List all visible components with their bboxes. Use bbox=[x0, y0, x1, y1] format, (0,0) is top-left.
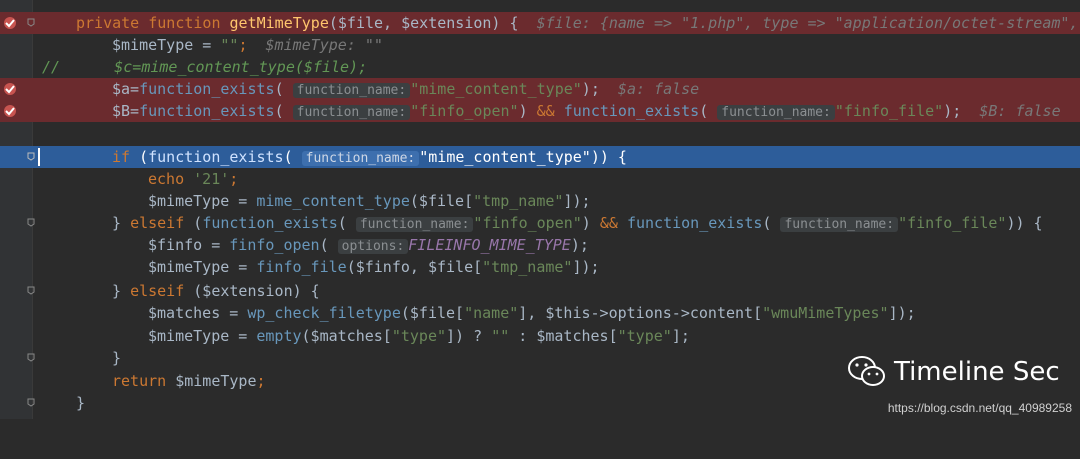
breakpoint-check-icon[interactable] bbox=[3, 82, 17, 96]
param-hint: options: bbox=[337, 239, 409, 254]
code-line-function-signature[interactable]: private function getMimeType($file, $ext… bbox=[0, 12, 1080, 35]
param-hint: function_name: bbox=[301, 151, 420, 166]
code-line-elseif-finfo[interactable]: } elseif (function_exists( function_name… bbox=[0, 212, 1080, 234]
code-line-commented[interactable]: // $c=mime_content_type($file); bbox=[0, 56, 1080, 78]
fold-icon[interactable] bbox=[27, 18, 35, 27]
fold-icon[interactable] bbox=[27, 353, 35, 362]
fold-icon[interactable] bbox=[27, 218, 35, 227]
text-caret bbox=[38, 148, 40, 166]
watermark-url: https://blog.csdn.net/qq_40989258 bbox=[887, 401, 1072, 415]
code-line-mime-content-type[interactable]: $mimeType = mime_content_type($file["tmp… bbox=[0, 190, 1080, 212]
fold-icon[interactable] bbox=[27, 398, 35, 407]
code-line-matches[interactable]: $matches = wp_check_filetype($file["name… bbox=[0, 302, 1080, 324]
code-line-finfo-open[interactable]: $finfo = finfo_open( options: FILEINFO_MI… bbox=[0, 234, 1080, 256]
inline-value-file: $file: {name => "1.php", type => "applic… bbox=[536, 14, 1079, 32]
code-line-empty-check[interactable]: $mimeType = empty($matches["type"]) ? ""… bbox=[0, 325, 1080, 347]
inline-value-a: $a: false bbox=[617, 80, 700, 98]
fold-icon[interactable] bbox=[27, 286, 35, 295]
param-hint: function_name: bbox=[292, 105, 411, 120]
param-hint: function_name: bbox=[355, 217, 474, 232]
code-line-echo[interactable]: echo '21'; bbox=[0, 168, 1080, 190]
inline-value-b: $B: false bbox=[979, 102, 1061, 120]
fold-icon[interactable] bbox=[27, 152, 35, 161]
code-line-finfo-file[interactable]: $mimeType = finfo_file($finfo, $file["tm… bbox=[0, 256, 1080, 278]
watermark-brand: Timeline Sec bbox=[894, 357, 1060, 387]
code-line-mimetype-init[interactable]: $mimeType = ""; $mimeType: "" bbox=[0, 34, 1080, 56]
inline-value-mimetype: $mimeType: "" bbox=[265, 36, 383, 54]
watermark: Timeline Sec bbox=[848, 352, 1060, 392]
param-hint: function_name: bbox=[717, 105, 835, 120]
code-line-a-assign[interactable]: $a=function_exists( function_name: "mime_… bbox=[0, 78, 1080, 101]
code-line-current-if[interactable]: if (function_exists( function_name: "mime… bbox=[0, 146, 1080, 169]
breakpoint-check-icon[interactable] bbox=[3, 16, 17, 30]
breakpoint-check-icon[interactable] bbox=[3, 104, 17, 118]
param-hint: function_name: bbox=[292, 83, 411, 98]
param-hint: function_name: bbox=[780, 217, 899, 232]
code-line-b-assign[interactable]: $B=function_exists( function_name: "finfo… bbox=[0, 100, 1080, 123]
wechat-icon bbox=[848, 356, 885, 386]
code-line-elseif-extension[interactable]: } elseif ($extension) { bbox=[0, 280, 1080, 302]
